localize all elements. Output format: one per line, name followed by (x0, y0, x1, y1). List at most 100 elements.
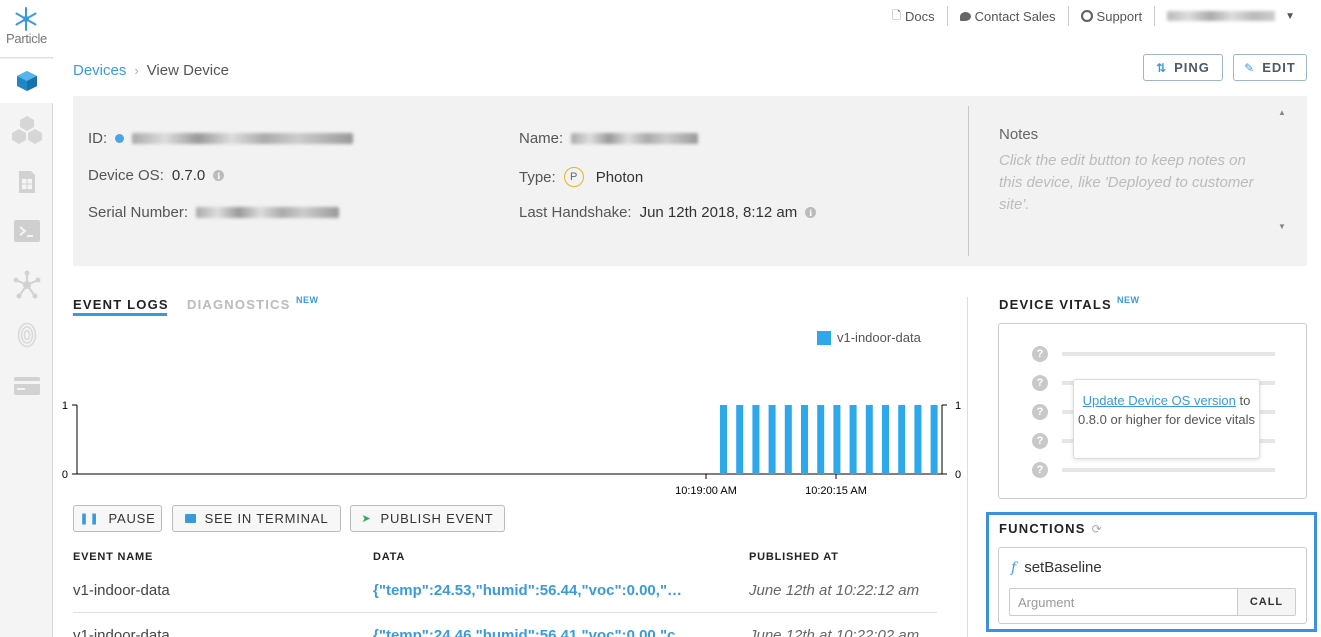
sidebar-item-sim-cards[interactable] (0, 160, 53, 204)
handshake-row: Last Handshake: Jun 12th 2018, 8:12 am i (519, 204, 817, 221)
notes-divider (968, 106, 969, 256)
particle-logo[interactable]: Particle (0, 0, 53, 58)
sidebar-item-console[interactable] (0, 209, 53, 253)
functions-title-label: FUNCTIONS (999, 521, 1086, 536)
event-time-cell: June 12th at 10:22:12 am (749, 582, 920, 599)
sidebar-item-billing[interactable] (0, 364, 53, 408)
arrows-up-down-icon: ⇅ (1156, 60, 1168, 75)
sidebar-item-devices[interactable] (0, 59, 53, 103)
pause-button[interactable]: ❚❚ PAUSE (73, 505, 162, 532)
account-menu[interactable]: ▼ (1155, 11, 1307, 22)
col-header-event-name: EVENT NAME (73, 551, 154, 563)
info-icon[interactable]: i (805, 207, 817, 218)
help-icon: ? (1032, 462, 1048, 478)
chart-bar (768, 405, 776, 474)
device-vitals-title: DEVICE VITALS (999, 297, 1112, 312)
function-card: f setBaseline CALL (998, 547, 1307, 624)
functions-title: FUNCTIONS ⟳ (999, 521, 1103, 536)
device-os-row: Device OS: 0.7.0 i (88, 167, 225, 184)
row-divider (73, 612, 937, 613)
vitals-new-badge: NEW (1117, 295, 1140, 305)
help-icon: ? (1032, 346, 1048, 362)
type-value: Photon (595, 168, 644, 186)
sim-card-icon (18, 171, 35, 193)
device-info-panel: ID: Device OS: 0.7.0 i Serial Number: Na… (73, 96, 1307, 266)
argument-input[interactable] (1009, 588, 1237, 616)
active-tab-underline (73, 313, 167, 316)
pause-label: PAUSE (108, 511, 156, 526)
support-label: Support (1096, 8, 1143, 24)
scroll-up-arrow-icon[interactable]: ▲ (1278, 108, 1286, 117)
publish-event-label: PUBLISH EVENT (380, 511, 494, 526)
see-in-terminal-label: SEE IN TERMINAL (204, 511, 329, 526)
contact-sales-label: Contact Sales (974, 8, 1056, 24)
help-icon: ? (1032, 404, 1048, 420)
breadcrumb-current: View Device (146, 62, 229, 79)
vital-bar (1062, 468, 1275, 472)
chart-bar (833, 405, 841, 474)
serial-label: Serial Number: (88, 204, 189, 221)
logo-text: Particle (6, 31, 47, 46)
sidebar-item-integrations[interactable] (0, 263, 53, 307)
y-tick-right-0: 0 (955, 469, 961, 481)
device-id-row: ID: (88, 130, 354, 147)
x-tick-label: 10:19:00 AM (675, 485, 737, 497)
see-in-terminal-button[interactable]: SEE IN TERMINAL (172, 505, 341, 532)
update-device-os-link[interactable]: Update Device OS version (1083, 393, 1236, 408)
event-data-cell[interactable]: {"temp":24.46,"humid":56.41,"voc":0.00,"… (373, 627, 675, 637)
ping-label: PING (1174, 60, 1210, 75)
particle-star-icon (15, 7, 37, 31)
contact-sales-link[interactable]: Contact Sales (948, 9, 1068, 24)
help-icon: ? (1032, 375, 1048, 391)
chart-bar (865, 405, 873, 474)
info-icon[interactable]: i (213, 170, 225, 181)
pencil-icon: ✎ (1244, 60, 1256, 75)
sidebar-item-authentication[interactable] (0, 313, 53, 357)
breadcrumb-devices-link[interactable]: Devices (73, 62, 126, 79)
cubes-icon (11, 116, 42, 144)
sidebar-item-products[interactable] (0, 108, 53, 152)
col-header-data: DATA (373, 551, 406, 563)
document-icon: 🗋 (892, 9, 901, 22)
breadcrumb: Devices › View Device (73, 62, 229, 79)
chart-bar (882, 405, 889, 474)
os-value: 0.7.0 (171, 167, 206, 184)
chart-bar (817, 405, 825, 474)
chart-bar (720, 405, 727, 474)
publish-event-button[interactable]: ➤ PUBLISH EVENT (350, 505, 505, 532)
call-button[interactable]: CALL (1237, 588, 1296, 616)
tab-diagnostics[interactable]: DIAGNOSTICS (187, 297, 290, 312)
event-chart: 1 0 1 0 10:19:00 AM 10:20:15 AM (60, 320, 970, 500)
ping-button[interactable]: ⇅ PING (1143, 54, 1223, 81)
tab-event-logs[interactable]: EVENT LOGS (73, 297, 169, 312)
os-label: Device OS: (88, 167, 164, 184)
type-label: Type: (519, 168, 556, 186)
chart-bar (801, 405, 808, 474)
device-vitals-panel: ? ? ? ? ? Update Device OS version to 0.… (998, 323, 1307, 499)
sidebar: Particle (0, 0, 53, 637)
serial-row: Serial Number: (88, 204, 340, 221)
chevron-right-icon: › (134, 63, 139, 78)
event-data-cell[interactable]: {"temp":24.53,"humid":56.44,"voc":0.00,"… (373, 582, 682, 599)
edit-button[interactable]: ✎ EDIT (1233, 54, 1307, 81)
top-nav: 🗋 Docs Contact Sales Support ▼ (880, 6, 1307, 26)
handshake-value: Jun 12th 2018, 8:12 am (639, 204, 798, 221)
device-name-row: Name: (519, 130, 699, 147)
fingerprint-icon (17, 322, 36, 348)
function-name-row: f setBaseline (1011, 559, 1102, 576)
lifebuoy-icon (1080, 10, 1093, 22)
notes-title: Notes (999, 126, 1039, 143)
docs-link[interactable]: 🗋 Docs (880, 7, 946, 26)
chart-bar (914, 405, 922, 474)
refresh-icon[interactable]: ⟳ (1092, 522, 1103, 536)
terminal-icon (13, 220, 40, 242)
edit-label: EDIT (1262, 60, 1296, 75)
x-tick-label: 10:20:15 AM (805, 485, 867, 497)
scroll-down-arrow-icon[interactable]: ▼ (1278, 222, 1286, 231)
chart-canvas: 1 0 1 0 10:19:00 AM 10:20:15 AM (62, 400, 961, 497)
support-link[interactable]: Support (1069, 9, 1155, 24)
notes-textarea[interactable]: Click the edit button to keep notes on t… (999, 150, 1269, 216)
cube-icon (16, 71, 37, 91)
device-name-redacted (571, 133, 699, 144)
photon-badge-icon: P (563, 167, 584, 187)
